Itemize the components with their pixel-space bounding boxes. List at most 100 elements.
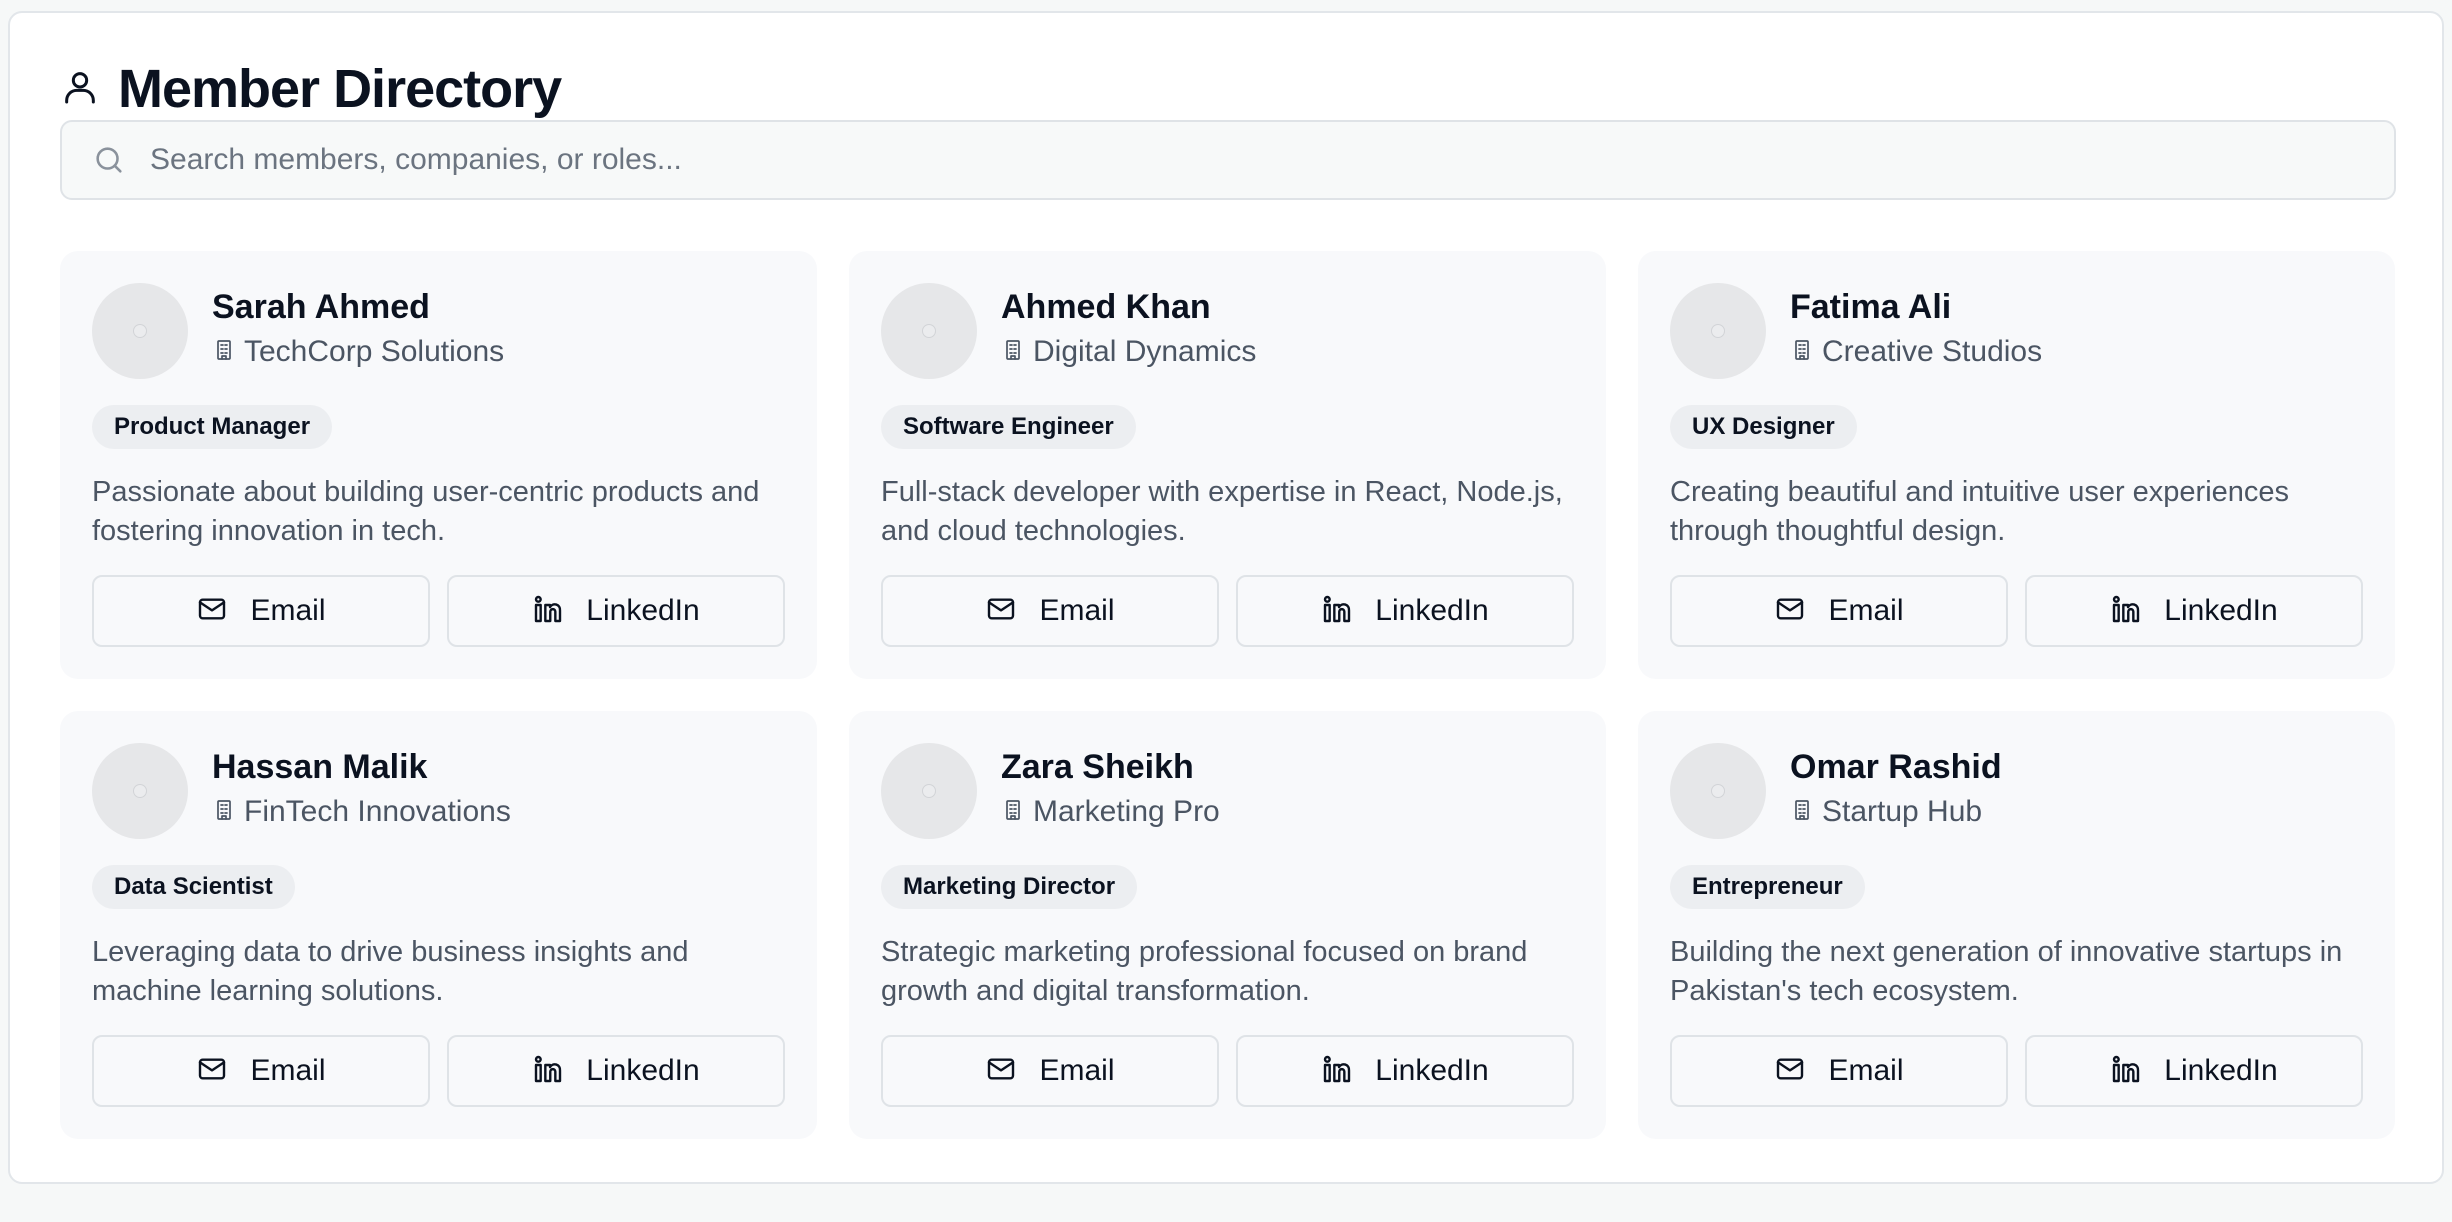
role-badge: Data Scientist: [92, 865, 295, 909]
building-icon: [1001, 798, 1025, 827]
linkedin-button-label: LinkedIn: [1375, 1054, 1489, 1087]
linkedin-button-label: LinkedIn: [1375, 594, 1489, 627]
mail-icon: [1774, 593, 1806, 630]
linkedin-button[interactable]: LinkedIn: [2025, 1035, 2363, 1107]
member-name: Fatima Ali: [1790, 288, 1952, 326]
company-row: Marketing Pro: [1001, 793, 1220, 831]
member-bio: Creating beautiful and intuitive user ex…: [1670, 476, 2290, 547]
company-row: FinTech Innovations: [212, 793, 511, 831]
role-badge: UX Designer: [1670, 405, 1857, 449]
building-icon: [1790, 338, 1814, 367]
mail-icon: [985, 593, 1017, 630]
mail-icon: [1774, 1053, 1806, 1090]
search-input[interactable]: [150, 143, 2394, 177]
role-badge: Entrepreneur: [1670, 865, 1865, 909]
page-header: Member Directory: [60, 58, 562, 120]
building-icon: [1790, 798, 1814, 827]
email-button-label: Email: [250, 1054, 326, 1087]
linkedin-button-label: LinkedIn: [586, 594, 700, 627]
member-company: Creative Studios: [1822, 335, 2043, 368]
member-identity: Fatima Ali Creative Studios: [1790, 287, 2042, 371]
member-identity: Sarah Ahmed TechCorp Solutions: [212, 287, 504, 371]
email-button[interactable]: Email: [881, 575, 1219, 647]
member-card: Sarah Ahmed TechCorp Solutions Product M…: [60, 251, 817, 679]
company-row: Startup Hub: [1790, 793, 2002, 831]
avatar-placeholder-icon: [922, 784, 936, 798]
company-row: TechCorp Solutions: [212, 333, 504, 371]
avatar: [1670, 743, 1766, 839]
member-bio: Passionate about building user-centric p…: [92, 476, 760, 547]
member-company: TechCorp Solutions: [244, 335, 505, 368]
role-badge: Software Engineer: [881, 405, 1136, 449]
member-identity: Hassan Malik FinTech Innovations: [212, 747, 511, 831]
linkedin-icon: [2110, 593, 2142, 630]
avatar-placeholder-icon: [133, 784, 147, 798]
mail-icon: [196, 593, 228, 630]
linkedin-icon: [1321, 1053, 1353, 1090]
linkedin-button[interactable]: LinkedIn: [1236, 575, 1574, 647]
search-icon: [92, 143, 126, 177]
email-button[interactable]: Email: [92, 575, 430, 647]
member-name: Zara Sheikh: [1001, 748, 1194, 786]
linkedin-button-label: LinkedIn: [2164, 1054, 2278, 1087]
member-bio: Leveraging data to drive business insigh…: [92, 936, 689, 1007]
member-name: Hassan Malik: [212, 748, 428, 786]
member-header: Zara Sheikh Marketing Pro: [881, 743, 1574, 841]
email-button-label: Email: [250, 594, 326, 627]
linkedin-button[interactable]: LinkedIn: [447, 575, 785, 647]
building-icon: [1001, 338, 1025, 367]
member-bio: Building the next generation of innovati…: [1670, 936, 2343, 1007]
email-button[interactable]: Email: [92, 1035, 430, 1107]
linkedin-icon: [2110, 1053, 2142, 1090]
company-row: Digital Dynamics: [1001, 333, 1256, 371]
member-grid: Sarah Ahmed TechCorp Solutions Product M…: [60, 251, 2396, 1139]
linkedin-button[interactable]: LinkedIn: [1236, 1035, 1574, 1107]
mail-icon: [196, 1053, 228, 1090]
linkedin-icon: [532, 593, 564, 630]
member-bio: Full-stack developer with expertise in R…: [881, 476, 1563, 547]
member-header: Omar Rashid Startup Hub: [1670, 743, 2363, 841]
member-name: Omar Rashid: [1790, 748, 2002, 786]
mail-icon: [985, 1053, 1017, 1090]
linkedin-button-label: LinkedIn: [586, 1054, 700, 1087]
member-name: Sarah Ahmed: [212, 288, 430, 326]
search-bar[interactable]: [60, 120, 2396, 200]
member-header: Fatima Ali Creative Studios: [1670, 283, 2363, 381]
member-company: Digital Dynamics: [1033, 335, 1257, 368]
email-button-label: Email: [1039, 1054, 1115, 1087]
member-directory-panel: Member Directory Sarah Ahmed: [8, 11, 2444, 1184]
card-actions: Email LinkedIn: [881, 575, 1574, 647]
member-card: Zara Sheikh Marketing Pro Marketing Dire…: [849, 711, 1606, 1139]
avatar-placeholder-icon: [133, 324, 147, 338]
role-badge: Product Manager: [92, 405, 333, 449]
email-button-label: Email: [1828, 594, 1904, 627]
linkedin-icon: [532, 1053, 564, 1090]
avatar: [92, 283, 188, 379]
member-card: Omar Rashid Startup Hub Entrepreneur Bui…: [1638, 711, 2395, 1139]
building-icon: [212, 798, 236, 827]
card-actions: Email LinkedIn: [1670, 575, 2363, 647]
avatar-placeholder-icon: [1711, 784, 1725, 798]
member-name: Ahmed Khan: [1001, 288, 1211, 326]
card-actions: Email LinkedIn: [92, 575, 785, 647]
member-header: Ahmed Khan Digital Dynamics: [881, 283, 1574, 381]
email-button[interactable]: Email: [1670, 1035, 2008, 1107]
email-button-label: Email: [1039, 594, 1115, 627]
user-icon: [60, 67, 100, 112]
avatar-placeholder-icon: [922, 324, 936, 338]
member-identity: Zara Sheikh Marketing Pro: [1001, 747, 1220, 831]
company-row: Creative Studios: [1790, 333, 2042, 371]
member-card: Fatima Ali Creative Studios UX Designer …: [1638, 251, 2395, 679]
email-button[interactable]: Email: [1670, 575, 2008, 647]
card-actions: Email LinkedIn: [881, 1035, 1574, 1107]
linkedin-icon: [1321, 593, 1353, 630]
linkedin-button[interactable]: LinkedIn: [447, 1035, 785, 1107]
member-header: Sarah Ahmed TechCorp Solutions: [92, 283, 785, 381]
member-identity: Omar Rashid Startup Hub: [1790, 747, 2002, 831]
card-actions: Email LinkedIn: [1670, 1035, 2363, 1107]
email-button-label: Email: [1828, 1054, 1904, 1087]
member-identity: Ahmed Khan Digital Dynamics: [1001, 287, 1256, 371]
email-button[interactable]: Email: [881, 1035, 1219, 1107]
linkedin-button[interactable]: LinkedIn: [2025, 575, 2363, 647]
member-company: FinTech Innovations: [244, 795, 511, 828]
